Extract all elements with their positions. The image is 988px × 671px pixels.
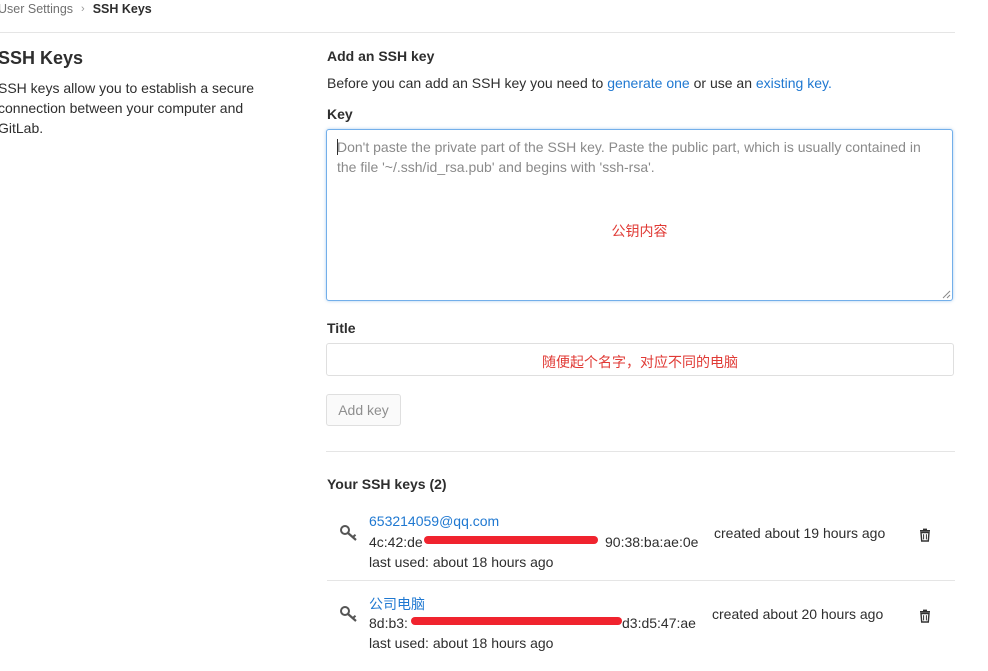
redaction-mark: [424, 536, 598, 544]
top-divider: [0, 32, 955, 33]
key-icon: [340, 606, 357, 622]
breadcrumb-user-settings-link[interactable]: User Settings: [0, 2, 73, 16]
add-key-heading: Add an SSH key: [327, 48, 435, 64]
section-divider: [326, 451, 955, 452]
ssh-key-row: 653214059@qq.com 4c:42:de 90:38:ba:ae:0e…: [327, 508, 955, 586]
fingerprint-end: 90:38:ba:ae:0e: [605, 534, 699, 550]
title-annotation: 随便起个名字，对应不同的电脑: [542, 354, 738, 370]
page-description: SSH keys allow you to establish a secure…: [0, 80, 255, 136]
redaction-mark: [411, 617, 622, 625]
ssh-key-created: created about 19 hours ago: [714, 525, 886, 541]
row-divider: [327, 580, 955, 581]
key-textarea-placeholder: Don't paste the private part of the SSH …: [337, 139, 921, 175]
your-ssh-keys-heading: Your SSH keys (2): [327, 476, 447, 492]
fingerprint-end: d3:d5:47:ae: [622, 615, 696, 631]
title-label: Title: [327, 320, 356, 336]
page-title: SSH Keys: [0, 48, 84, 68]
key-label: Key: [327, 106, 353, 122]
ssh-key-created: created about 20 hours ago: [712, 606, 884, 622]
key-textarea[interactable]: Don't paste the private part of the SSH …: [326, 129, 953, 301]
add-key-intro: Before you can add an SSH key you need t…: [327, 75, 832, 91]
intro-text-before: Before you can add an SSH key you need t…: [327, 75, 608, 91]
text-caret: [337, 139, 338, 155]
trash-icon[interactable]: [918, 609, 932, 623]
chevron-right-icon: ›: [81, 3, 85, 15]
title-input[interactable]: 随便起个名字，对应不同的电脑: [326, 343, 954, 376]
intro-text-middle: or use an: [689, 75, 756, 91]
generate-one-link[interactable]: generate one: [607, 75, 690, 91]
ssh-key-last-used: last used: about 18 hours ago: [369, 554, 554, 570]
ssh-key-name-link[interactable]: 653214059@qq.com: [369, 513, 499, 529]
key-icon: [340, 525, 357, 541]
key-annotation: 公钥内容: [611, 223, 668, 239]
ssh-key-row: 公司电脑 8d:b3: d3:d5:47:ae last used: about…: [327, 589, 955, 667]
existing-key-link[interactable]: existing key.: [756, 75, 832, 91]
ssh-key-fingerprint: 4c:42:de 90:38:ba:ae:0e: [369, 534, 698, 550]
fingerprint-start: 4c:42:de: [369, 534, 423, 550]
ssh-key-last-used: last used: about 18 hours ago: [369, 635, 554, 651]
resize-handle-icon[interactable]: [942, 290, 951, 299]
breadcrumb: User Settings › SSH Keys: [0, 1, 152, 17]
trash-icon[interactable]: [918, 528, 932, 542]
breadcrumb-current: SSH Keys: [92, 2, 152, 16]
ssh-key-name-link[interactable]: 公司电脑: [369, 594, 425, 614]
fingerprint-start: 8d:b3:: [369, 615, 408, 631]
add-key-button[interactable]: Add key: [326, 394, 401, 426]
ssh-key-fingerprint: 8d:b3: d3:d5:47:ae: [369, 615, 696, 631]
